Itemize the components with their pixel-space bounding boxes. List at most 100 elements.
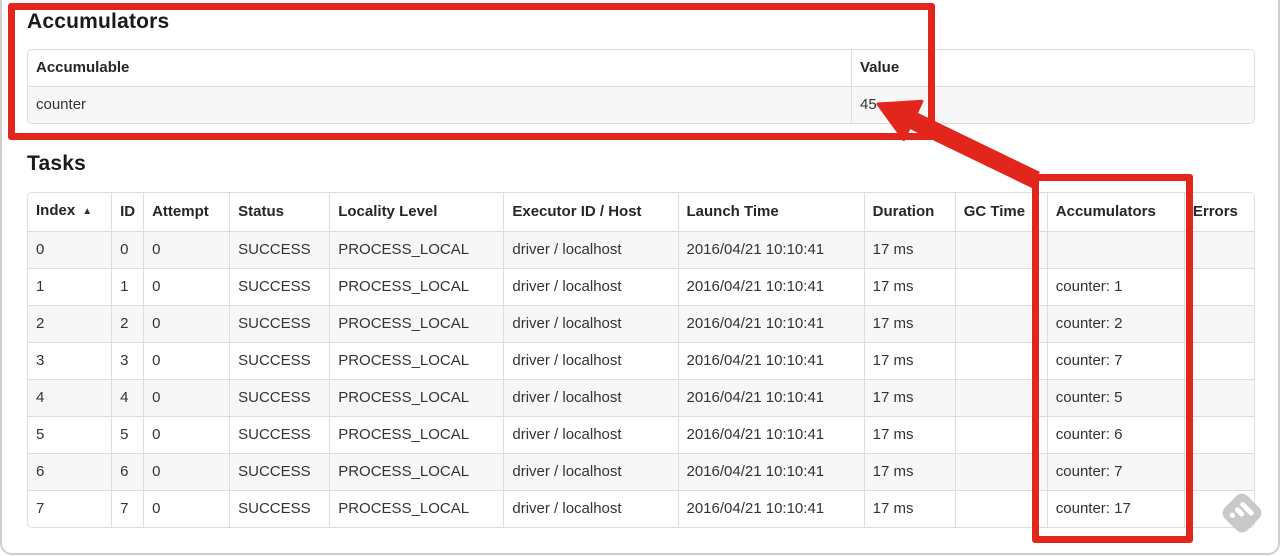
table-row: 5 5 0 SUCCESS PROCESS_LOCAL driver / localhos…: [28, 416, 1254, 453]
table-cell: SUCCESS: [229, 305, 330, 342]
column-label: Accumulators: [1055, 203, 1156, 220]
accumulators-table-frame: Accumulable Value counter 45: [27, 49, 1255, 124]
column-header-errors[interactable]: Errors: [1183, 193, 1254, 231]
table-cell: [954, 453, 1047, 490]
column-header-index[interactable]: Index ▲: [28, 193, 112, 231]
accumulators-table: Accumulable Value counter 45: [28, 50, 1254, 123]
column-header-launch-time[interactable]: Launch Time: [677, 193, 864, 231]
column-header-accumulators[interactable]: Accumulators: [1046, 193, 1184, 231]
table-cell: counter: 1: [1046, 268, 1184, 305]
table-cell: 0: [143, 379, 230, 416]
table-cell: PROCESS_LOCAL: [329, 379, 504, 416]
table-cell: SUCCESS: [229, 416, 330, 453]
table-cell: 2016/04/21 10:10:41: [677, 305, 864, 342]
column-header-attempt[interactable]: Attempt: [143, 193, 230, 231]
table-cell: 2016/04/21 10:10:41: [677, 268, 864, 305]
table-cell: 4: [28, 379, 112, 416]
table-cell: [1183, 416, 1254, 453]
column-label: Attempt: [152, 203, 209, 220]
column-header-gc-time[interactable]: GC Time: [954, 193, 1047, 231]
column-label: Index: [36, 202, 76, 219]
tasks-section-title: Tasks: [27, 152, 86, 175]
table-cell: [954, 379, 1047, 416]
table-cell: 17 ms: [863, 231, 955, 268]
table-cell: [954, 305, 1047, 342]
table-cell: counter: [28, 86, 851, 123]
table-cell: counter: 17: [1046, 490, 1184, 527]
table-cell: [954, 416, 1047, 453]
column-header-executor-id-host[interactable]: Executor ID / Host: [503, 193, 678, 231]
table-cell: PROCESS_LOCAL: [329, 490, 504, 527]
table-cell: 45: [851, 86, 1254, 123]
table-cell: [1183, 453, 1254, 490]
table-cell: [1183, 490, 1254, 527]
tasks-table: Index ▲ ID Attempt Status Locality Level Execu…: [28, 193, 1254, 527]
table-cell: 2016/04/21 10:10:41: [677, 231, 864, 268]
table-cell: [1183, 268, 1254, 305]
table-cell: 5: [28, 416, 112, 453]
table-cell: counter: 6: [1046, 416, 1184, 453]
sort-ascending-icon: ▲: [82, 206, 93, 217]
tasks-table-frame: Index ▲ ID Attempt Status Locality Level Execu…: [27, 192, 1255, 528]
column-header-locality-level[interactable]: Locality Level: [329, 193, 504, 231]
table-cell: driver / localhost: [503, 490, 678, 527]
column-label: ID: [120, 203, 136, 220]
table-cell: [954, 268, 1047, 305]
table-cell: SUCCESS: [229, 342, 330, 379]
table-cell: 5: [111, 416, 144, 453]
column-label: Duration: [872, 203, 935, 220]
table-cell: 0: [28, 231, 112, 268]
table-cell: 3: [28, 342, 112, 379]
table-cell: 17 ms: [863, 342, 955, 379]
table-cell: 6: [111, 453, 144, 490]
column-label: Launch Time: [686, 203, 779, 220]
table-cell: 17 ms: [863, 416, 955, 453]
table-row: counter 45: [28, 86, 1254, 123]
table-cell: 17 ms: [863, 490, 955, 527]
table-cell: counter: 7: [1046, 453, 1184, 490]
table-cell: PROCESS_LOCAL: [329, 416, 504, 453]
table-cell: 2: [111, 305, 144, 342]
table-row: 3 3 0 SUCCESS PROCESS_LOCAL driver / localhos…: [28, 342, 1254, 379]
column-label: GC Time: [963, 203, 1026, 220]
column-header-value[interactable]: Value: [851, 50, 1254, 86]
table-cell: SUCCESS: [229, 490, 330, 527]
table-cell: driver / localhost: [503, 416, 678, 453]
table-cell: counter: 2: [1046, 305, 1184, 342]
table-cell: 2016/04/21 10:10:41: [677, 379, 864, 416]
table-cell: 17 ms: [863, 379, 955, 416]
accumulators-section-title: Accumulators: [27, 10, 170, 33]
column-label: Executor ID / Host: [512, 203, 642, 220]
table-cell: 0: [111, 231, 144, 268]
table-cell: [1183, 231, 1254, 268]
table-cell: 17 ms: [863, 453, 955, 490]
table-cell: PROCESS_LOCAL: [329, 342, 504, 379]
column-header-accumulable[interactable]: Accumulable: [28, 50, 851, 86]
table-cell: 0: [143, 231, 230, 268]
table-cell: 2016/04/21 10:10:41: [677, 416, 864, 453]
table-cell: PROCESS_LOCAL: [329, 305, 504, 342]
table-cell: SUCCESS: [229, 231, 330, 268]
column-header-id[interactable]: ID: [111, 193, 144, 231]
table-cell: [954, 342, 1047, 379]
table-cell: 7: [28, 490, 112, 527]
column-header-status[interactable]: Status: [229, 193, 330, 231]
table-cell: 7: [111, 490, 144, 527]
table-cell: 2016/04/21 10:10:41: [677, 490, 864, 527]
table-cell: driver / localhost: [503, 342, 678, 379]
spark-ui-stage-page: Accumulators Accumulable Value counter 45 T…: [0, 0, 1280, 556]
table-cell: 0: [143, 268, 230, 305]
column-label: Status: [238, 203, 284, 220]
table-cell: [1183, 379, 1254, 416]
table-cell: [954, 231, 1047, 268]
table-cell: 2: [28, 305, 112, 342]
table-cell: 1: [111, 268, 144, 305]
table-cell: 3: [111, 342, 144, 379]
table-cell: [1183, 342, 1254, 379]
table-row: 7 7 0 SUCCESS PROCESS_LOCAL driver / localhos…: [28, 490, 1254, 527]
table-cell: 2016/04/21 10:10:41: [677, 342, 864, 379]
header-row: Index ▲ ID Attempt Status Locality Level Execu…: [28, 193, 1254, 231]
column-label: Accumulable: [36, 59, 130, 76]
column-header-duration[interactable]: Duration: [863, 193, 955, 231]
table-cell: SUCCESS: [229, 268, 330, 305]
